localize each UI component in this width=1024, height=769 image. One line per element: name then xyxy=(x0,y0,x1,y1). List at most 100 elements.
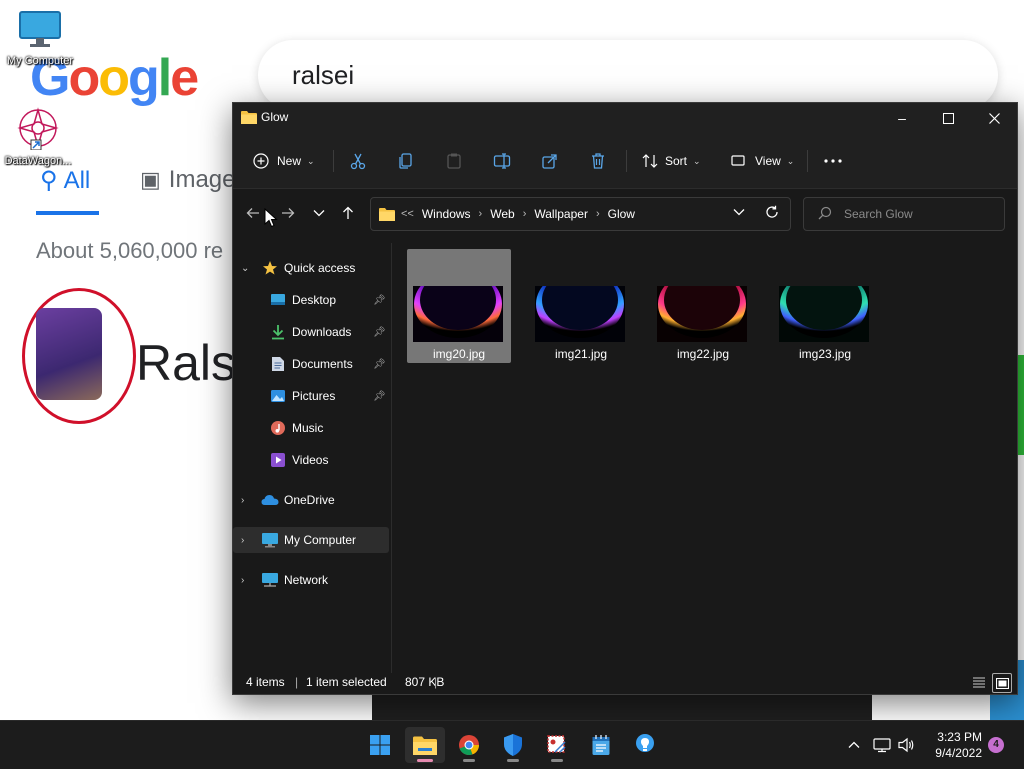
volume-button[interactable] xyxy=(897,735,917,755)
sidebar-label: Videos xyxy=(292,453,329,467)
minimize-button[interactable]: – xyxy=(879,103,925,133)
cut-button[interactable] xyxy=(349,147,367,175)
breadcrumb-windows[interactable]: Windows xyxy=(422,207,471,221)
recent-locations-button[interactable] xyxy=(308,204,330,222)
datawagon-icon xyxy=(0,106,76,153)
breadcrumb-web[interactable]: Web xyxy=(490,207,514,221)
file-item[interactable]: img20.jpg xyxy=(407,249,511,363)
file-view: img20.jpg img21.jpg img22.jpg img23.jpg xyxy=(393,243,1017,673)
computer-icon xyxy=(261,531,279,549)
share-button[interactable] xyxy=(541,147,559,175)
desktop-icon-label: DataWagon... xyxy=(4,155,72,167)
start-button[interactable] xyxy=(360,727,400,763)
running-indicator xyxy=(463,759,475,762)
pane-divider[interactable] xyxy=(391,243,392,673)
sidebar-label: Music xyxy=(292,421,324,435)
show-hidden-icons-button[interactable] xyxy=(844,735,864,755)
taskbar-file-explorer[interactable] xyxy=(405,727,445,763)
large-icons-view-button[interactable] xyxy=(992,673,1012,693)
sort-button-label: Sort xyxy=(665,154,688,168)
toolbar-divider xyxy=(807,150,808,172)
clock-time: 3:23 PM xyxy=(937,730,982,744)
pin-icon[interactable]: 📌︎ xyxy=(373,391,386,402)
arrow-up-icon xyxy=(343,206,353,219)
taskbar-chrome[interactable] xyxy=(449,727,489,763)
result-title[interactable]: Rals xyxy=(136,334,236,392)
sidebar-item-my-computer[interactable]: › My Computer xyxy=(233,527,389,553)
status-bar: 4 items | 1 item selected 807 KB | xyxy=(233,671,1017,693)
taskbar-notepad[interactable] xyxy=(581,727,621,763)
running-indicator xyxy=(551,759,563,762)
sidebar-item-music[interactable]: Music xyxy=(233,415,389,441)
folder-icon xyxy=(379,207,395,221)
browser-search-box[interactable]: ralsei xyxy=(258,40,998,110)
breadcrumb-overflow[interactable]: << xyxy=(401,208,414,220)
back-button[interactable] xyxy=(242,204,264,222)
chevron-up-icon xyxy=(848,741,860,748)
desktop-icon-datawagon[interactable]: DataWagon... xyxy=(0,106,76,167)
file-name: img20.jpg xyxy=(432,347,486,361)
star-icon xyxy=(261,259,279,277)
sidebar-item-desktop[interactable]: Desktop 📌︎ xyxy=(233,287,389,313)
notification-badge[interactable]: 4 xyxy=(988,737,1004,753)
rename-button[interactable] xyxy=(493,147,511,175)
network-status-icon xyxy=(873,738,891,753)
forward-button[interactable] xyxy=(277,204,299,222)
trash-icon xyxy=(592,153,604,169)
up-button[interactable] xyxy=(337,204,359,222)
chevron-down-icon: ⌄ xyxy=(786,155,795,166)
running-indicator xyxy=(507,759,519,762)
file-item[interactable]: img21.jpg xyxy=(529,249,633,363)
pin-icon[interactable]: 📌︎ xyxy=(373,327,386,338)
paste-button[interactable] xyxy=(445,147,463,175)
chevron-down-icon xyxy=(313,210,325,217)
sidebar-item-downloads[interactable]: Downloads 📌︎ xyxy=(233,319,389,345)
copy-button[interactable] xyxy=(397,147,415,175)
network-status-button[interactable] xyxy=(872,735,892,755)
taskbar-tips[interactable] xyxy=(625,727,665,763)
pin-icon[interactable]: 📌︎ xyxy=(373,295,386,306)
sidebar-item-documents[interactable]: Documents 📌︎ xyxy=(233,351,389,377)
address-bar[interactable]: << Windows › Web › Wallpaper › Glow xyxy=(370,197,791,231)
delete-button[interactable] xyxy=(589,147,607,175)
sidebar-item-onedrive[interactable]: › OneDrive xyxy=(233,487,389,513)
search-box[interactable]: Search Glow xyxy=(803,197,1005,231)
sidebar-item-videos[interactable]: Videos xyxy=(233,447,389,473)
cloud-icon xyxy=(261,491,279,509)
browser-tab-all[interactable]: ⚲ All xyxy=(40,166,90,195)
maximize-button[interactable] xyxy=(925,103,971,133)
breadcrumb-wallpaper[interactable]: Wallpaper xyxy=(534,207,588,221)
clock[interactable]: 3:23 PM 9/4/2022 xyxy=(928,729,982,761)
file-item[interactable]: img22.jpg xyxy=(651,249,755,363)
pin-icon[interactable]: 📌︎ xyxy=(373,359,386,370)
lightbulb-icon xyxy=(636,734,654,752)
sidebar-item-pictures[interactable]: Pictures 📌︎ xyxy=(233,383,389,409)
result-avatar[interactable] xyxy=(36,308,102,400)
taskbar-security[interactable] xyxy=(493,727,533,763)
file-item[interactable]: img23.jpg xyxy=(773,249,877,363)
chevron-right-icon: › xyxy=(241,494,245,506)
new-button[interactable]: New ⌄ xyxy=(253,147,315,175)
more-options-button[interactable] xyxy=(823,147,843,175)
details-view-button[interactable] xyxy=(970,673,988,691)
view-button-label: View xyxy=(755,154,781,168)
sort-button[interactable]: Sort ⌄ xyxy=(641,147,701,175)
windows-logo-icon xyxy=(370,735,390,755)
sidebar-item-network[interactable]: › Network xyxy=(233,567,389,593)
taskbar-snipping-tool[interactable] xyxy=(537,727,577,763)
toolbar-divider xyxy=(333,150,334,172)
view-button[interactable]: View ⌄ xyxy=(731,147,794,175)
close-button[interactable] xyxy=(971,103,1017,133)
image-icon: ▣ xyxy=(140,167,161,192)
view-icon xyxy=(731,155,745,166)
title-bar[interactable]: Glow – xyxy=(233,103,1017,133)
more-icon xyxy=(824,159,842,163)
search-placeholder: Search Glow xyxy=(844,207,913,221)
refresh-button[interactable] xyxy=(765,205,779,219)
sidebar-item-quick-access[interactable]: ⌄ Quick access xyxy=(233,255,389,281)
clock-date: 9/4/2022 xyxy=(935,746,982,760)
browser-tab-images[interactable]: ▣ Image xyxy=(140,166,236,194)
desktop-icon-my-computer[interactable]: My Computer xyxy=(2,10,78,67)
breadcrumb-glow[interactable]: Glow xyxy=(608,207,635,221)
address-history-button[interactable] xyxy=(733,208,745,216)
